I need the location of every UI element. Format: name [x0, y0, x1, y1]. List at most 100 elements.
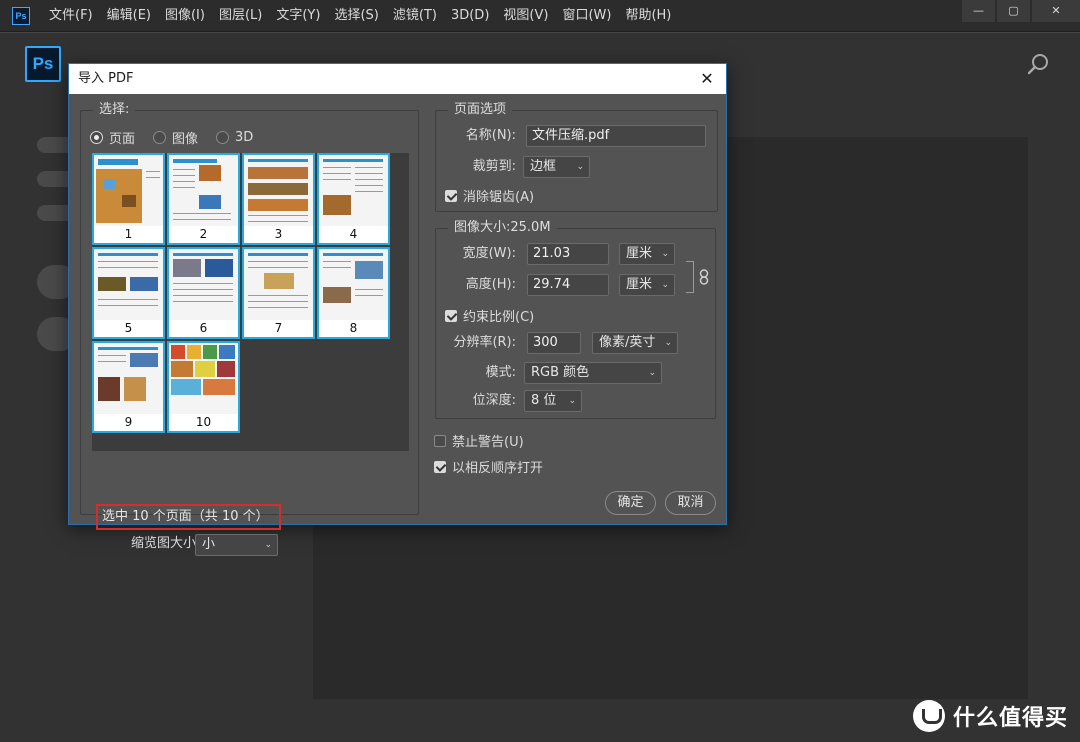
thumbnail-size-select[interactable]: 小 ⌄	[195, 534, 278, 556]
radio-images[interactable]: 图像	[153, 128, 198, 147]
constrain-link-bracket	[686, 261, 694, 293]
chevron-down-icon: ⌄	[264, 540, 272, 550]
page-thumbnail[interactable]: 1	[92, 153, 165, 245]
page-options-title: 页面选项	[448, 102, 513, 118]
menu-select[interactable]: 选择(S)	[327, 0, 385, 32]
radio-dot-pages	[90, 131, 103, 144]
thumbnail-number: 4	[319, 226, 388, 243]
thumbnail-number: 3	[244, 226, 313, 243]
ok-button[interactable]: 确定	[605, 491, 656, 515]
select-type-radios: 页面 图像 3D	[90, 128, 253, 147]
page-thumbnail[interactable]: 9	[92, 341, 165, 433]
chevron-down-icon: ⌄	[664, 338, 672, 348]
name-label: 名称(N):	[465, 128, 516, 143]
dialog-titlebar: 导入 PDF ✕	[69, 64, 726, 94]
page-preview	[169, 249, 238, 320]
select-group-title: 选择:	[93, 102, 136, 118]
menu-view[interactable]: 视图(V)	[496, 0, 555, 32]
radio-3d[interactable]: 3D	[216, 128, 253, 147]
crop-to-value: 边框	[530, 159, 557, 174]
page-preview	[169, 155, 238, 226]
page-preview	[94, 249, 163, 320]
chevron-down-icon: ⌄	[568, 396, 576, 406]
selected-pages-count: 选中 10 个页面（共 10 个）	[96, 504, 281, 530]
bit-depth-select[interactable]: 8 位 ⌄	[524, 390, 582, 412]
watermark: 什么值得买	[912, 700, 1068, 732]
thumbnail-number: 10	[169, 414, 238, 431]
width-field[interactable]: 21.03	[527, 243, 609, 265]
crop-to-select[interactable]: 边框 ⌄	[523, 156, 590, 178]
suppress-warnings-checkbox[interactable]: 禁止警告(U)	[434, 431, 524, 450]
menu-layer[interactable]: 图层(L)	[212, 0, 269, 32]
thumbnail-number: 8	[319, 320, 388, 337]
bit-depth-value: 8 位	[531, 393, 557, 408]
width-unit-value: 厘米	[626, 246, 653, 261]
page-preview	[319, 155, 388, 226]
page-thumbnail[interactable]: 5	[92, 247, 165, 339]
suppress-warnings-label: 禁止警告(U)	[452, 435, 524, 450]
anti-alias-label: 消除锯齿(A)	[463, 190, 535, 205]
chain-link-icon[interactable]	[698, 269, 710, 285]
dialog-title: 导入 PDF	[78, 71, 134, 86]
menu-help[interactable]: 帮助(H)	[618, 0, 678, 32]
page-thumbnail[interactable]: 4	[317, 153, 390, 245]
minimize-button[interactable]: —	[962, 0, 995, 22]
constrain-proportions-checkbox[interactable]: 约束比例(C)	[445, 306, 534, 325]
thumbnail-number: 2	[169, 226, 238, 243]
radio-3d-label: 3D	[235, 130, 254, 145]
height-label: 高度(H):	[465, 277, 516, 292]
menu-file[interactable]: 文件(F)	[42, 0, 100, 32]
thumbnail-size-label: 缩览图大小:	[131, 536, 201, 551]
chevron-down-icon: ⌄	[661, 249, 669, 259]
radio-pages-label: 页面	[109, 132, 136, 147]
mode-value: RGB 颜色	[531, 365, 590, 380]
maximize-button[interactable]: ▢	[997, 0, 1030, 22]
thumbnail-grid[interactable]: 1 2 3 4 5 6 7 8 9 10	[92, 153, 409, 451]
chevron-down-icon: ⌄	[648, 368, 656, 378]
resolution-field[interactable]: 300	[527, 332, 581, 354]
page-preview	[94, 155, 163, 226]
constrain-label: 约束比例(C)	[463, 310, 535, 325]
page-preview	[244, 249, 313, 320]
page-thumbnail[interactable]: 6	[167, 247, 240, 339]
dialog-close-button[interactable]: ✕	[696, 68, 718, 90]
photoshop-logo[interactable]: Ps	[25, 46, 61, 82]
menu-type[interactable]: 文字(Y)	[269, 0, 327, 32]
page-thumbnail[interactable]: 8	[317, 247, 390, 339]
image-size-group: 图像大小:25.0M 宽度(W): 21.03 厘米 ⌄ 高度(H): 29.7…	[435, 220, 716, 419]
checkbox-icon	[434, 434, 446, 447]
search-icon[interactable]	[1028, 53, 1050, 75]
resolution-unit-select[interactable]: 像素/英寸 ⌄	[592, 332, 678, 354]
menu-bar: Ps 文件(F) 编辑(E) 图像(I) 图层(L) 文字(Y) 选择(S) 滤…	[0, 0, 1080, 32]
page-thumbnail[interactable]: 7	[242, 247, 315, 339]
height-field[interactable]: 29.74	[527, 274, 609, 296]
width-unit-select[interactable]: 厘米 ⌄	[619, 243, 675, 265]
menu-edit[interactable]: 编辑(E)	[100, 0, 158, 32]
reverse-order-checkbox[interactable]: 以相反顺序打开	[434, 457, 543, 476]
crop-to-label: 裁剪到:	[472, 159, 516, 174]
height-unit-value: 厘米	[626, 277, 653, 292]
thumbnail-number: 5	[94, 320, 163, 337]
thumbnail-size-value: 小	[202, 537, 216, 552]
name-field[interactable]: 文件压缩.pdf	[526, 125, 706, 147]
cancel-button[interactable]: 取消	[665, 491, 716, 515]
radio-dot-images	[153, 131, 167, 144]
height-unit-select[interactable]: 厘米 ⌄	[619, 274, 675, 296]
radio-pages[interactable]: 页面	[90, 128, 135, 147]
mode-select[interactable]: RGB 颜色 ⌄	[524, 362, 662, 384]
page-options-group: 页面选项 名称(N): 文件压缩.pdf 裁剪到: 边框 ⌄ 消除锯齿(A)	[435, 102, 718, 212]
menu-3d[interactable]: 3D(D)	[444, 0, 496, 32]
menu-filter[interactable]: 滤镜(T)	[386, 0, 444, 32]
page-thumbnail[interactable]: 3	[242, 153, 315, 245]
photoshop-app-icon[interactable]: Ps	[12, 7, 30, 25]
page-thumbnail[interactable]: 10	[167, 341, 240, 433]
resolution-label: 分辨率(R):	[453, 335, 516, 350]
anti-alias-checkbox[interactable]: 消除锯齿(A)	[445, 186, 534, 205]
menu-image[interactable]: 图像(I)	[158, 0, 212, 32]
page-preview	[94, 343, 163, 414]
page-thumbnail[interactable]: 2	[167, 153, 240, 245]
reverse-order-label: 以相反顺序打开	[452, 461, 544, 476]
close-window-button[interactable]: ✕	[1032, 0, 1080, 22]
page-preview	[319, 249, 388, 320]
menu-window[interactable]: 窗口(W)	[555, 0, 618, 32]
